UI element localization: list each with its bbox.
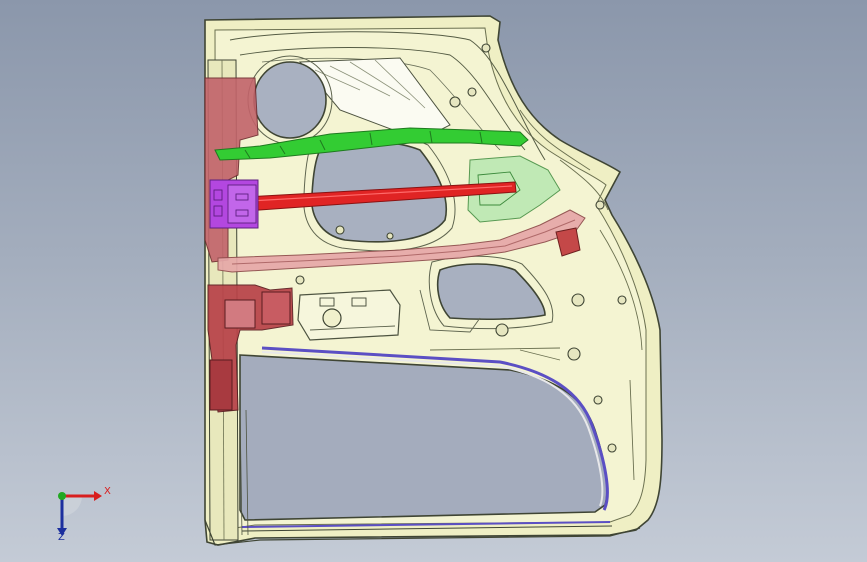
bolt	[593, 395, 603, 405]
bolt	[617, 295, 627, 305]
bolt	[607, 443, 617, 453]
lower-left-recess	[297, 289, 401, 341]
coordinate-triad: X Z	[48, 482, 118, 544]
purple-bracket-plate	[227, 184, 257, 224]
bolt	[467, 87, 477, 97]
bolt	[335, 225, 345, 235]
axis-z-label: Z	[58, 532, 65, 543]
bolt	[567, 347, 581, 361]
bolt	[449, 96, 461, 108]
bolt	[386, 232, 394, 240]
bolt	[595, 200, 605, 210]
axis-x-label: X	[104, 486, 111, 497]
speaker-hole	[253, 61, 327, 139]
hinge-block-1	[224, 299, 256, 329]
hinge-block-2	[261, 291, 291, 325]
bolt	[481, 43, 491, 53]
recess-boss	[322, 308, 342, 328]
bolt	[295, 275, 305, 285]
bolt	[495, 323, 509, 337]
door-inner-panel-model[interactable]	[0, 0, 867, 562]
cad-viewport[interactable]: X Z	[0, 0, 867, 562]
bolt	[571, 293, 585, 307]
hinge-block-3	[209, 359, 233, 411]
